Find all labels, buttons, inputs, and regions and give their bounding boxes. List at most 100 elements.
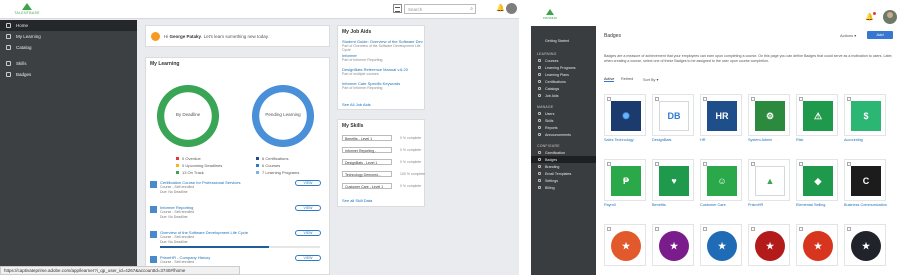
sidebar-item-catalog[interactable]: Catalog bbox=[0, 42, 137, 53]
see-all-skills-link[interactable]: See all Skill Data bbox=[342, 198, 372, 203]
admin-sidebar-label: Certifications bbox=[545, 80, 566, 84]
badge-tile[interactable]: ₱ bbox=[604, 159, 646, 201]
admin-sidebar-item-certifications[interactable]: Certifications bbox=[531, 78, 596, 85]
admin-sidebar-item-courses[interactable]: Courses bbox=[531, 57, 596, 64]
skill-row: Customer Care - Level 1 0 % complete bbox=[342, 183, 421, 191]
admin-sidebar-item-job-aids[interactable]: Job Aids bbox=[531, 92, 596, 99]
badge-tile[interactable]: ★ bbox=[844, 224, 886, 266]
badge-tile[interactable]: ★ bbox=[700, 224, 742, 266]
badge-checkbox[interactable] bbox=[703, 227, 707, 231]
badge-tile[interactable]: DB bbox=[652, 94, 694, 136]
admin-sidebar-item-catalogs[interactable]: Catalogs bbox=[531, 85, 596, 92]
see-all-job-aids-link[interactable]: See All Job Aids bbox=[342, 102, 371, 107]
badge-label[interactable]: System Admin bbox=[748, 138, 798, 143]
badge-tile[interactable]: ♥ bbox=[652, 159, 694, 201]
admin-sidebar-item-learning-plans[interactable]: Learning Plans bbox=[531, 71, 596, 78]
badge-label[interactable]: PrismHR bbox=[748, 203, 798, 208]
badge-label[interactable]: Sales Technology bbox=[604, 138, 654, 143]
skill-percent: 0 % complete bbox=[400, 160, 422, 164]
sidebar-item-my-learning[interactable]: My Learning bbox=[0, 31, 137, 42]
actions-dropdown[interactable]: Actions ▾ bbox=[840, 33, 856, 38]
admin-sidebar-item-branding[interactable]: Branding bbox=[531, 163, 596, 170]
apps-menu-icon[interactable] bbox=[393, 4, 402, 13]
badge-tile[interactable]: ✺ bbox=[604, 94, 646, 136]
admin-bell-icon[interactable]: 🔔 bbox=[865, 12, 876, 21]
legend-swatch bbox=[256, 171, 259, 175]
badge-checkbox[interactable] bbox=[607, 227, 611, 231]
skill-name[interactable]: DesignBats - Level 1 bbox=[342, 159, 392, 165]
skill-name[interactable]: Customer Care - Level 1 bbox=[342, 183, 392, 189]
view-button[interactable]: VIEW bbox=[295, 230, 321, 236]
badge-image: $ bbox=[851, 101, 881, 131]
job-aid-source: Part of Informer Reporting bbox=[342, 58, 383, 62]
badge-tile[interactable]: ★ bbox=[796, 224, 838, 266]
badge-checkbox[interactable] bbox=[751, 227, 755, 231]
badge-label[interactable]: Accounting bbox=[844, 138, 894, 143]
course-thumbnail bbox=[150, 256, 157, 263]
badge-label[interactable]: HR bbox=[700, 138, 750, 143]
badge-label[interactable]: DesignBats bbox=[652, 138, 702, 143]
badge-tile[interactable]: ★ bbox=[748, 224, 790, 266]
sidebar-item-badges[interactable]: Badges bbox=[0, 69, 137, 80]
badge-tile[interactable]: $ bbox=[844, 94, 886, 136]
admin-sidebar-item-gamification[interactable]: Gamification bbox=[531, 149, 596, 156]
badge-tile[interactable]: ⚙ bbox=[748, 94, 790, 136]
admin-avatar[interactable] bbox=[883, 10, 897, 24]
admin-sidebar-item-reports[interactable]: Reports bbox=[531, 124, 596, 131]
admin-sidebar-label: Getting Started bbox=[545, 39, 570, 43]
badge-label[interactable]: Elemental Selling bbox=[796, 203, 846, 208]
badge-icon bbox=[538, 158, 541, 161]
admin-sidebar-item-users[interactable]: Users bbox=[531, 110, 596, 117]
badge-checkbox[interactable] bbox=[799, 227, 803, 231]
legend-item: 6 Certifications bbox=[256, 156, 288, 162]
badge-label[interactable]: Payroll bbox=[604, 203, 654, 208]
badge-tile[interactable]: ★ bbox=[604, 224, 646, 266]
badge-tile[interactable]: HR bbox=[700, 94, 742, 136]
badge-tile[interactable]: ⚠ bbox=[796, 94, 838, 136]
tab-active[interactable]: Active bbox=[604, 77, 615, 82]
admin-sidebar-item-skills[interactable]: Skills bbox=[531, 117, 596, 124]
notification-dot bbox=[872, 12, 876, 15]
view-button[interactable]: VIEW bbox=[295, 205, 321, 211]
badge-label[interactable]: Customer Care bbox=[700, 203, 750, 208]
legend-swatch bbox=[256, 157, 259, 161]
badge-checkbox[interactable] bbox=[847, 227, 851, 231]
admin-sidebar-item-settings[interactable]: Settings bbox=[531, 177, 596, 184]
badge-label[interactable]: Benefits bbox=[652, 203, 702, 208]
badge-tile[interactable]: ★ bbox=[652, 224, 694, 266]
view-button[interactable]: VIEW bbox=[295, 255, 321, 261]
sort-by-dropdown[interactable]: Sort By ▾ bbox=[643, 77, 658, 82]
admin-sidebar-item-badges[interactable]: Badges bbox=[531, 156, 596, 163]
badge-label[interactable]: Risk bbox=[796, 138, 846, 143]
pending-ring-chart[interactable]: Pending Learning bbox=[251, 84, 315, 148]
admin-brand-logo[interactable]: PRISMHR bbox=[543, 9, 557, 21]
badge-tile[interactable]: C bbox=[844, 159, 886, 201]
job-aids-card: My Job Aids Student Guide: Overview of t… bbox=[337, 25, 425, 110]
view-button[interactable]: VIEW bbox=[295, 180, 321, 186]
badge-checkbox[interactable] bbox=[655, 227, 659, 231]
add-badge-button[interactable]: Add bbox=[867, 31, 893, 39]
legend-swatch bbox=[176, 171, 179, 175]
tab-retired[interactable]: Retired bbox=[621, 77, 633, 81]
badge-label[interactable]: Business Communication bbox=[844, 203, 894, 208]
brand-logo[interactable]: TALENTBASE bbox=[10, 3, 44, 17]
sidebar-item-home[interactable]: Home bbox=[0, 20, 137, 31]
admin-sidebar-item-getting-started[interactable]: Getting Started bbox=[531, 36, 596, 46]
deadline-ring-chart[interactable]: By Deadline bbox=[156, 84, 220, 148]
billing-icon bbox=[538, 186, 541, 189]
skill-name[interactable]: Informer Reporting - bbox=[342, 147, 392, 153]
sidebar-item-skills[interactable]: Skills bbox=[0, 58, 137, 69]
skill-name[interactable]: Technology Demonst... bbox=[342, 171, 392, 177]
search-icon[interactable]: ⌕ bbox=[470, 6, 473, 12]
skill-name[interactable]: Benefits - Level 1 bbox=[342, 135, 392, 141]
admin-sidebar-item-email-templates[interactable]: Email Templates bbox=[531, 170, 596, 177]
notification-bell-icon[interactable]: 🔔 bbox=[496, 4, 505, 12]
admin-sidebar-item-announcements[interactable]: Announcements bbox=[531, 131, 596, 138]
badge-tile[interactable]: ◆ bbox=[796, 159, 838, 201]
avatar[interactable] bbox=[506, 3, 517, 14]
badge-tile[interactable]: ▲ bbox=[748, 159, 790, 201]
search-input[interactable]: Search ⌕ bbox=[404, 4, 476, 14]
badge-tile[interactable]: ☺ bbox=[700, 159, 742, 201]
admin-sidebar-item-billing[interactable]: Billing bbox=[531, 184, 596, 191]
admin-sidebar-item-learning-programs[interactable]: Learning Programs bbox=[531, 64, 596, 71]
